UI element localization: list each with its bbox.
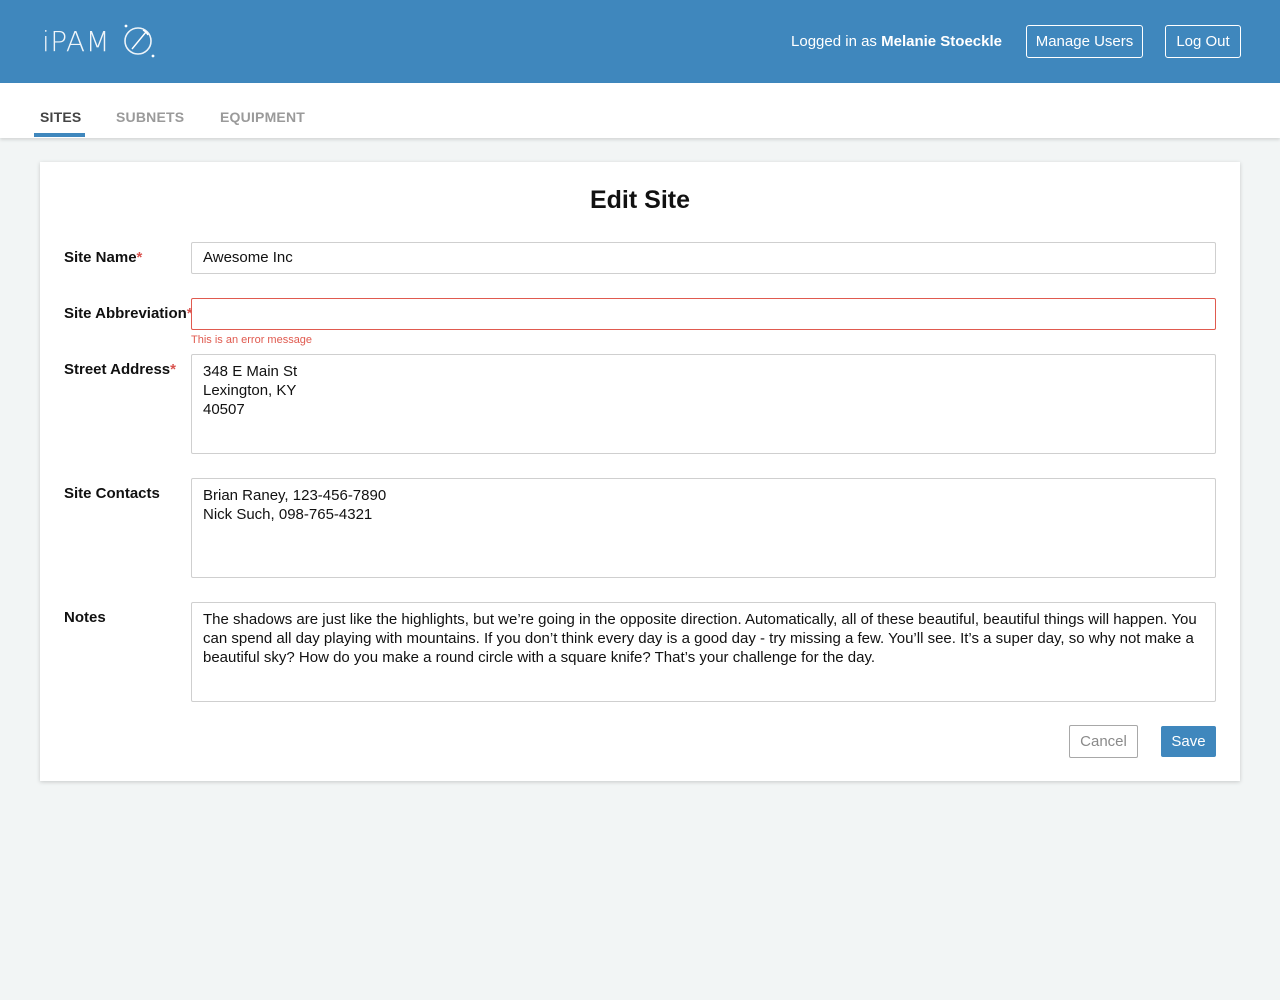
save-button[interactable]: Save bbox=[1161, 726, 1216, 757]
site-contacts-textarea[interactable]: Brian Raney, 123-456-7890 Nick Such, 098… bbox=[191, 478, 1216, 578]
site-contacts-label: Site Contacts bbox=[64, 485, 160, 502]
cancel-button[interactable]: Cancel bbox=[1069, 725, 1138, 758]
tab-bar: SITES SUBNETS EQUIPMENT bbox=[0, 83, 1280, 138]
street-address-label-text: Street Address bbox=[64, 361, 171, 378]
app-header: iPAM Logged in as Melanie Stoeckle Manag… bbox=[0, 0, 1280, 83]
orbit-rocket-icon bbox=[124, 24, 155, 58]
tab-subnets[interactable]: SUBNETS bbox=[116, 109, 184, 125]
site-abbreviation-error: This is an error message bbox=[191, 334, 313, 346]
manage-users-button[interactable]: Manage Users bbox=[1026, 25, 1143, 58]
tab-sites[interactable]: SITES bbox=[40, 109, 81, 125]
user-name: Melanie Stoeckle bbox=[881, 33, 1002, 50]
logged-in-prefix: Logged in as bbox=[791, 33, 877, 50]
street-address-label: Street Address* bbox=[64, 361, 176, 378]
notes-label: Notes bbox=[64, 609, 106, 626]
site-abbreviation-input[interactable] bbox=[191, 298, 1216, 330]
required-marker: * bbox=[136, 249, 143, 266]
site-name-label-text: Site Name bbox=[64, 249, 137, 266]
required-marker: * bbox=[170, 361, 176, 378]
logged-in-user: Logged in as Melanie Stoeckle bbox=[791, 33, 1002, 50]
edit-site-form: Edit Site Site Name* Site Abbreviation* … bbox=[40, 162, 1240, 781]
logo-text: iPAM bbox=[42, 24, 111, 58]
site-abbreviation-label: Site Abbreviation* bbox=[64, 305, 193, 322]
tab-equipment[interactable]: EQUIPMENT bbox=[220, 109, 305, 125]
page-title: Edit Site bbox=[589, 186, 690, 214]
site-name-label: Site Name* bbox=[64, 249, 142, 266]
notes-textarea[interactable]: The shadows are just like the highlights… bbox=[191, 602, 1216, 702]
app-logo[interactable]: iPAM bbox=[42, 22, 158, 60]
street-address-textarea[interactable]: 348 E Main St Lexington, KY 40507 bbox=[191, 354, 1216, 454]
site-abbreviation-label-text: Site Abbreviation bbox=[64, 305, 187, 322]
log-out-button[interactable]: Log Out bbox=[1165, 25, 1241, 58]
active-tab-indicator bbox=[34, 133, 85, 137]
site-name-input[interactable] bbox=[191, 242, 1216, 274]
